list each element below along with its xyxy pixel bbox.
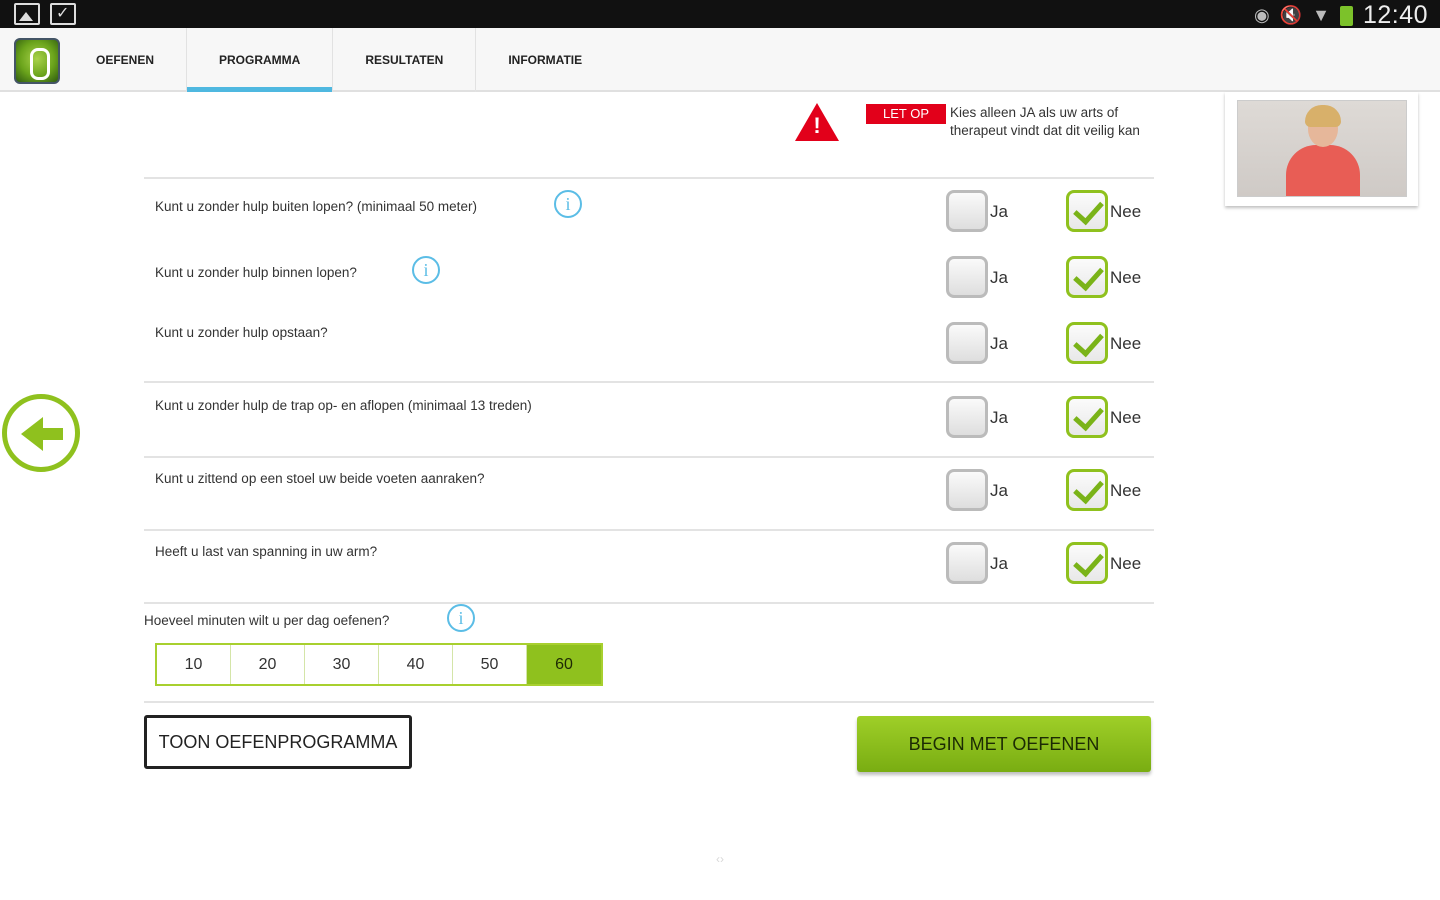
mute-icon: 🔇 bbox=[1279, 5, 1303, 25]
checkbox-ja[interactable] bbox=[946, 190, 988, 232]
minutes-option-10[interactable]: 10 bbox=[157, 645, 231, 684]
video-thumbnail[interactable] bbox=[1225, 92, 1418, 206]
checkbox-label: Ja bbox=[990, 408, 1008, 427]
checkbox-label: Nee bbox=[1110, 481, 1142, 500]
divider bbox=[144, 602, 1154, 604]
checkbox-nee[interactable] bbox=[1066, 322, 1108, 364]
battery-icon bbox=[1339, 5, 1353, 26]
tab-informatie[interactable]: INFORMATIE bbox=[476, 28, 614, 92]
minutes-option-20[interactable]: 20 bbox=[231, 645, 305, 684]
checkbox-ja[interactable] bbox=[946, 469, 988, 511]
gallery-icon bbox=[14, 3, 40, 25]
arrow-left-icon bbox=[21, 417, 43, 451]
info-icon[interactable]: i bbox=[447, 604, 475, 632]
status-bar: ◉ 🔇 ▼ 12:40 bbox=[0, 0, 1440, 29]
checkbox-label: Nee bbox=[1110, 334, 1142, 353]
checkbox-label: Ja bbox=[990, 334, 1008, 353]
info-icon[interactable]: i bbox=[554, 190, 582, 218]
checkbox-ja[interactable] bbox=[946, 396, 988, 438]
divider bbox=[144, 177, 1154, 179]
minutes-selector: 10 20 30 40 50 60 bbox=[155, 643, 603, 686]
checkbox-nee[interactable] bbox=[1066, 190, 1108, 232]
tab-oefenen[interactable]: OEFENEN bbox=[64, 28, 188, 92]
instructor-photo bbox=[1237, 100, 1407, 197]
wifi-icon: ▼ bbox=[1312, 5, 1330, 25]
shopping-bag-icon bbox=[50, 3, 76, 25]
status-time: 12:40 bbox=[1362, 1, 1428, 29]
divider bbox=[144, 529, 1154, 531]
info-icon[interactable]: i bbox=[412, 256, 440, 284]
question-text: Kunt u zonder hulp buiten lopen? (minima… bbox=[155, 199, 477, 214]
minutes-label: Hoeveel minuten wilt u per dag oefenen? bbox=[144, 613, 390, 628]
question-text: Kunt u zonder hulp opstaan? bbox=[155, 325, 328, 340]
start-exercise-button[interactable]: BEGIN MET OEFENEN bbox=[857, 716, 1151, 772]
checkbox-label: Ja bbox=[990, 554, 1008, 573]
warning-badge: LET OP bbox=[866, 104, 946, 124]
minutes-option-60[interactable]: 60 bbox=[527, 645, 601, 684]
tab-resultaten[interactable]: RESULTATEN bbox=[333, 28, 477, 92]
minutes-option-40[interactable]: 40 bbox=[379, 645, 453, 684]
question-text: Kunt u zittend op een stoel uw beide voe… bbox=[155, 471, 485, 486]
nav-handle-icon: ‹› bbox=[716, 852, 724, 866]
checkbox-label: Ja bbox=[990, 268, 1008, 287]
checkbox-label: Nee bbox=[1110, 268, 1142, 287]
minutes-option-50[interactable]: 50 bbox=[453, 645, 527, 684]
question-text: Kunt u zonder hulp binnen lopen? bbox=[155, 265, 357, 280]
checkbox-ja[interactable] bbox=[946, 322, 988, 364]
checkbox-label: Nee bbox=[1110, 408, 1142, 427]
alarm-icon: ◉ bbox=[1253, 5, 1270, 25]
question-text: Heeft u last van spanning in uw arm? bbox=[155, 544, 378, 559]
checkbox-nee[interactable] bbox=[1066, 396, 1108, 438]
warning-exclamation: ! bbox=[813, 113, 821, 138]
tab-bar: OEFENEN PROGRAMMA RESULTATEN INFORMATIE bbox=[64, 28, 614, 92]
minutes-option-30[interactable]: 30 bbox=[305, 645, 379, 684]
question-text: Kunt u zonder hulp de trap op- en aflope… bbox=[155, 398, 532, 413]
divider bbox=[144, 456, 1154, 458]
tab-programma[interactable]: PROGRAMMA bbox=[187, 28, 334, 92]
checkbox-label: Ja bbox=[990, 481, 1008, 500]
app-logo[interactable] bbox=[14, 38, 60, 84]
checkbox-label: Ja bbox=[990, 202, 1008, 221]
checkbox-ja[interactable] bbox=[946, 542, 988, 584]
divider bbox=[144, 701, 1154, 703]
show-program-button[interactable]: TOON OEFENPROGRAMMA bbox=[144, 715, 412, 769]
checkbox-ja[interactable] bbox=[946, 256, 988, 298]
checkbox-nee[interactable] bbox=[1066, 256, 1108, 298]
checkbox-label: Nee bbox=[1110, 202, 1142, 221]
checkbox-nee[interactable] bbox=[1066, 469, 1108, 511]
warning-text: Kies alleen JA als uw arts of therapeut … bbox=[950, 105, 1140, 138]
divider bbox=[144, 381, 1154, 383]
back-button[interactable] bbox=[2, 394, 80, 472]
action-bar: OEFENEN PROGRAMMA RESULTATEN INFORMATIE bbox=[0, 28, 1440, 92]
checkbox-nee[interactable] bbox=[1066, 542, 1108, 584]
checkbox-label: Nee bbox=[1110, 554, 1142, 573]
